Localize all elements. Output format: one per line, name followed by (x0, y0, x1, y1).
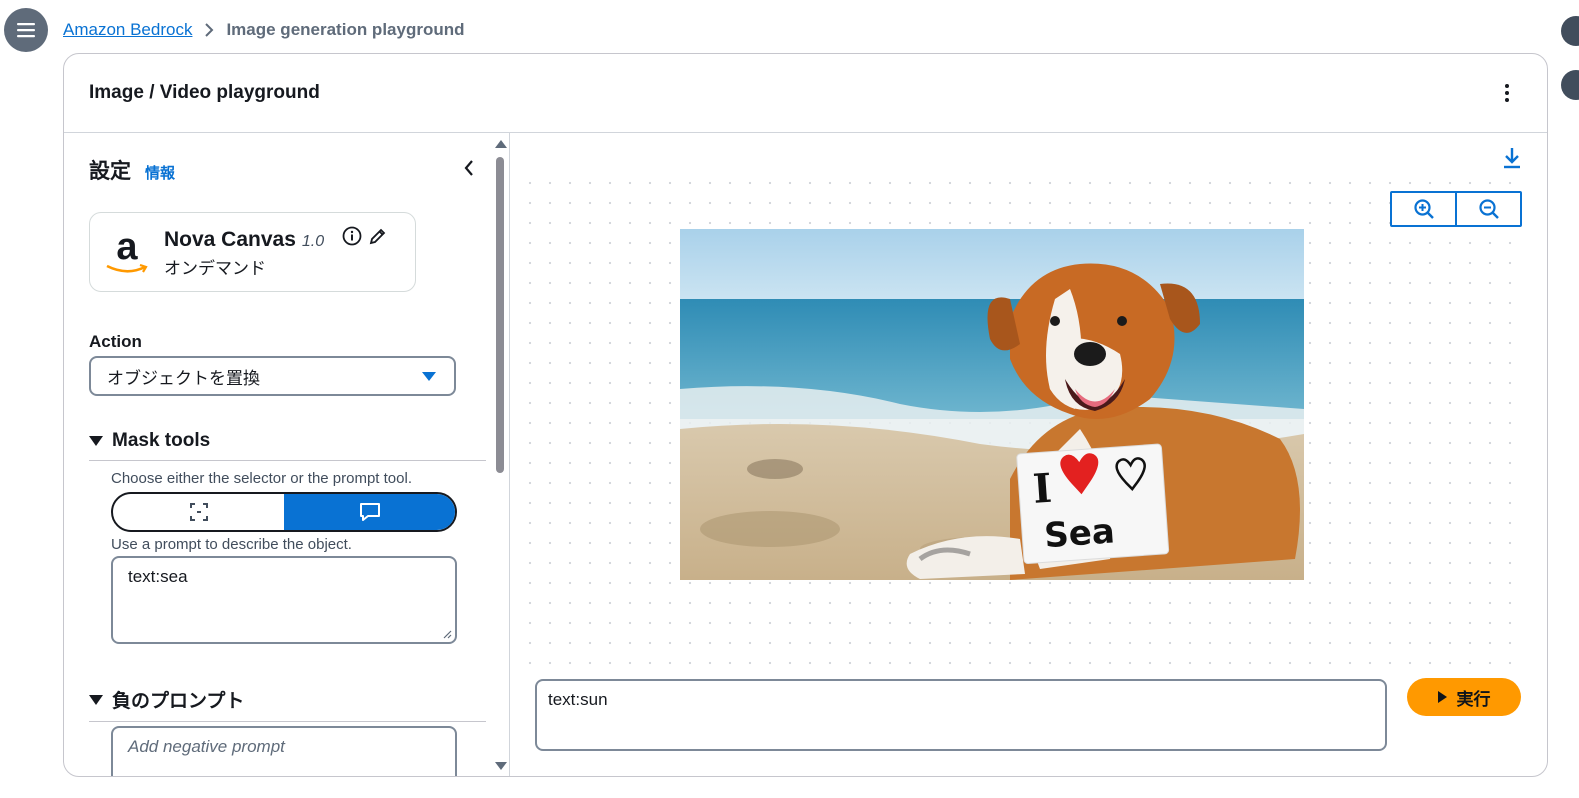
model-mode: オンデマンド (164, 258, 266, 278)
container-header: Image / Video playground (64, 54, 1547, 133)
action-label: Action (89, 332, 142, 351)
settings-panel: 設定 情報 a Nova Canvas 1.0 オンデマンド Action オブ… (64, 133, 510, 776)
model-version: 1.0 (301, 232, 325, 250)
play-icon (1437, 691, 1447, 703)
canvas-panel: I Sea text:sun 実行 (510, 133, 1547, 776)
mask-prompt-textarea[interactable]: text:sea (111, 556, 457, 644)
prompt-value: text:sun (548, 690, 608, 709)
zoom-controls (1390, 191, 1522, 227)
prompt-tool-help: Use a prompt to describe the object. (111, 536, 352, 553)
chat-bubble-icon (359, 503, 380, 521)
collapse-panel-button[interactable] (458, 157, 480, 179)
negative-prompt-placeholder: Add negative prompt (128, 737, 285, 756)
menu-button[interactable] (4, 8, 48, 52)
selector-tool-button[interactable] (113, 494, 284, 530)
sign-text-sea: Sea (1043, 511, 1116, 556)
chevron-right-icon (204, 23, 214, 37)
action-select-value: オブジェクトを置換 (107, 368, 260, 388)
breadcrumb-current: Image generation playground (226, 20, 465, 39)
zoom-in-button[interactable] (1392, 193, 1455, 225)
amazon-logo-icon: a (102, 227, 152, 277)
dog-holding-sign-image: I Sea (680, 229, 1304, 580)
sign-text-i: I (1031, 465, 1053, 513)
download-button[interactable] (1500, 145, 1524, 171)
hamburger-icon (17, 23, 35, 38)
info-icon[interactable] (342, 226, 362, 246)
side-avatar[interactable] (1561, 70, 1579, 100)
run-button-label: 実行 (1456, 689, 1491, 709)
mask-tools-header[interactable]: Mask tools (89, 430, 486, 461)
caret-down-icon (422, 371, 436, 381)
mask-tools-help: Choose either the selector or the prompt… (111, 470, 412, 487)
scroll-down-icon[interactable] (495, 762, 507, 770)
playground-container: Image / Video playground 設定 情報 a Nova Ca… (63, 53, 1548, 777)
negative-prompt-textarea[interactable]: Add negative prompt (111, 726, 457, 776)
scroll-thumb[interactable] (496, 157, 504, 473)
edit-pencil-icon[interactable] (368, 226, 388, 246)
model-name: Nova Canvas (164, 227, 296, 251)
breadcrumb-link-bedrock[interactable]: Amazon Bedrock (63, 20, 192, 40)
selection-frame-icon (189, 503, 208, 521)
run-button[interactable]: 実行 (1407, 678, 1521, 716)
more-actions-button[interactable] (1492, 78, 1522, 108)
settings-header: 設定 情報 (89, 155, 175, 185)
zoom-out-button[interactable] (1455, 193, 1520, 225)
mask-prompt-value: text:sea (128, 567, 188, 586)
triangle-down-icon (89, 436, 103, 446)
info-link[interactable]: 情報 (145, 162, 175, 183)
action-select[interactable]: オブジェクトを置換 (89, 356, 456, 396)
prompt-tool-button[interactable] (284, 494, 455, 530)
zoom-out-icon (1478, 199, 1499, 219)
triangle-down-icon (89, 694, 103, 705)
scroll-up-icon[interactable] (495, 140, 507, 148)
zoom-in-icon (1413, 199, 1434, 219)
page-title: Image / Video playground (89, 82, 320, 103)
chevron-left-icon (464, 160, 473, 176)
breadcrumb: Amazon Bedrock Image generation playgrou… (63, 18, 465, 42)
settings-title: 設定 (89, 160, 131, 183)
resize-handle-icon[interactable] (442, 629, 452, 639)
mask-tool-toggle (111, 492, 457, 532)
download-icon (1504, 148, 1520, 169)
kebab-menu-icon (1505, 84, 1509, 102)
generated-image[interactable]: I Sea (680, 229, 1304, 580)
negative-prompt-title: 負のプロンプト (112, 691, 245, 712)
mask-tools-title: Mask tools (112, 430, 211, 451)
prompt-input[interactable]: text:sun (535, 679, 1387, 751)
negative-prompt-header[interactable]: 負のプロンプト (89, 686, 486, 722)
side-avatar[interactable] (1561, 16, 1579, 46)
settings-scrollbar[interactable] (493, 133, 509, 776)
model-card: a Nova Canvas 1.0 オンデマンド (89, 212, 416, 292)
